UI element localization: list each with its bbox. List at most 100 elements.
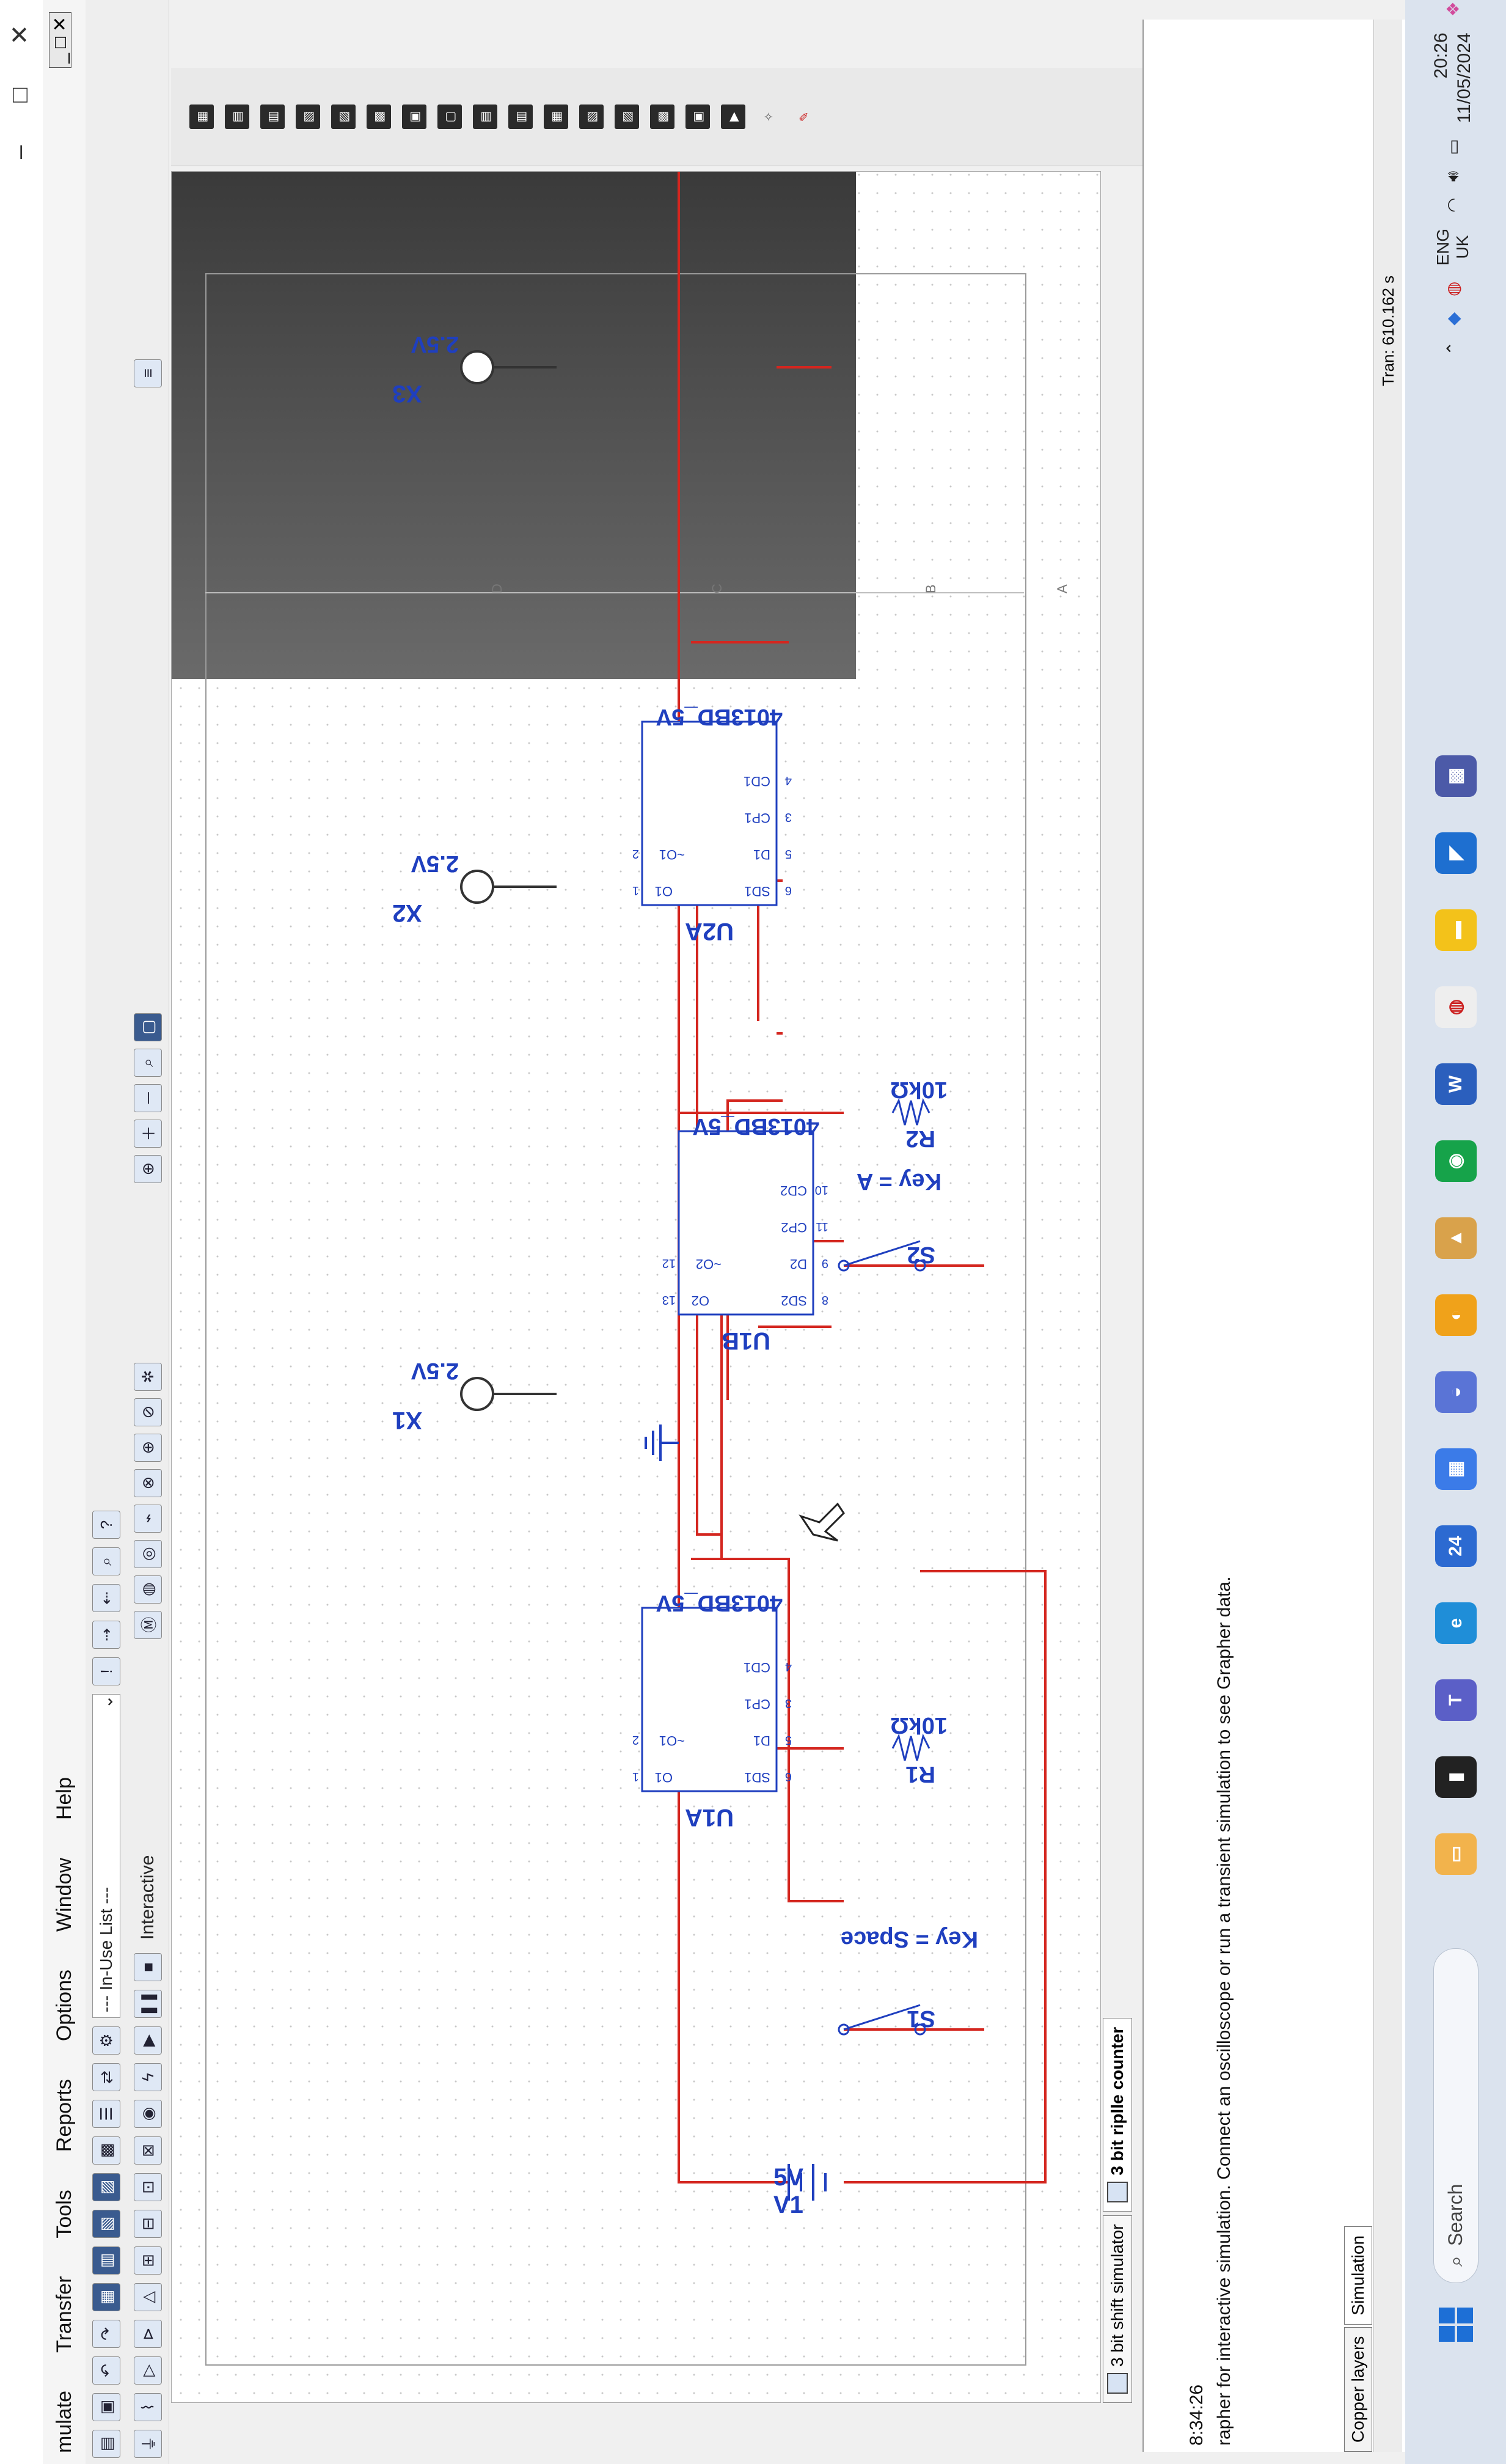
flipflop-u2a[interactable]: SD1 6 D1 5 CP1 3 CD1 4 O1 ~O1 1 2 U2A 4013BD_5V bbox=[632, 704, 792, 945]
edge-icon[interactable]: e bbox=[1435, 1602, 1477, 1644]
labview-icon[interactable]: ▶ bbox=[721, 105, 745, 129]
ttl-icon[interactable]: ⊞ bbox=[134, 2246, 162, 2275]
in-use-list-dropdown[interactable]: --- In-Use List --- ⌄ bbox=[92, 1694, 120, 2018]
help-icon[interactable]: ? bbox=[92, 1511, 120, 1539]
word-icon[interactable]: W bbox=[1435, 1063, 1477, 1105]
iv-analyzer-icon[interactable]: ▥ bbox=[508, 105, 533, 129]
bode-plotter-icon[interactable]: ⊗ bbox=[134, 1469, 162, 1497]
folder-icon[interactable]: ▭ bbox=[1435, 1833, 1477, 1875]
wifi-icon[interactable]: ◠ bbox=[1443, 197, 1463, 212]
photos-icon[interactable]: ◒ bbox=[1435, 1371, 1477, 1413]
indicator-icon[interactable]: ◉ bbox=[134, 2100, 162, 2128]
database-icon[interactable]: ▧ bbox=[92, 2210, 120, 2238]
app-icon[interactable]: ◐ bbox=[1435, 1294, 1477, 1336]
stop-icon[interactable]: ■ bbox=[134, 1953, 162, 1981]
language-indicator[interactable]: ENG UK bbox=[1433, 229, 1472, 266]
transistor-icon[interactable]: ⊳ bbox=[134, 2320, 162, 2348]
menu-transfer[interactable]: Transfer bbox=[50, 2272, 79, 2358]
wattmeter-icon[interactable]: ◎ bbox=[134, 1539, 162, 1568]
spotify-icon[interactable]: ◉ bbox=[1435, 1140, 1477, 1182]
cmos-icon[interactable]: ⊟ bbox=[134, 2210, 162, 2238]
full-screen-icon[interactable]: ▢ bbox=[134, 1013, 162, 1041]
tray-app-icon[interactable]: ◆ bbox=[1443, 312, 1463, 326]
menu-tools[interactable]: Tools bbox=[50, 2185, 79, 2243]
find-icon[interactable]: ⌕ bbox=[92, 1547, 120, 1575]
component-icon[interactable]: ▩ bbox=[92, 2136, 120, 2165]
word-gen-tool-icon[interactable]: ▢ bbox=[437, 105, 462, 129]
settings-icon[interactable]: ✲ bbox=[134, 1362, 162, 1391]
maximize-button[interactable]: □ bbox=[6, 88, 34, 103]
postprocessor-icon[interactable]: ▨ bbox=[92, 2173, 120, 2201]
windows-start-icon[interactable] bbox=[1438, 2308, 1473, 2342]
probe-x2[interactable]: X2 2.5V bbox=[392, 851, 557, 926]
function-generator-icon[interactable]: ◍ bbox=[134, 1575, 162, 1604]
analog-icon[interactable]: △ bbox=[134, 2283, 162, 2311]
oscilloscope-tool-icon[interactable]: ▧ bbox=[296, 105, 320, 129]
copilot-icon[interactable]: ❖ bbox=[1443, 1, 1463, 16]
menu-options[interactable]: Options bbox=[50, 1965, 79, 2046]
multimeter-icon[interactable]: Ⓜ bbox=[134, 1610, 162, 1639]
spectrum-analyzer-icon[interactable]: ▧ bbox=[579, 105, 604, 129]
chevron-up-icon[interactable]: ⌃ bbox=[1443, 342, 1463, 356]
tab-3-bit-shift-simulator[interactable]: 3 bit shift simulator bbox=[1103, 2215, 1132, 2403]
mail-icon[interactable]: 24 bbox=[1435, 1525, 1477, 1567]
mixed-icon[interactable]: ⊠ bbox=[134, 2136, 162, 2165]
grid-toggle-icon[interactable]: ▦ bbox=[92, 2283, 120, 2311]
four-channel-scope-icon[interactable]: ▨ bbox=[331, 105, 356, 129]
visual-studio-icon[interactable]: ◤ bbox=[1435, 832, 1477, 874]
mdi-window-controls[interactable]: _ □ ✕ bbox=[49, 12, 71, 68]
probe-tool-icon[interactable]: ✎ bbox=[792, 105, 816, 129]
power-icon[interactable]: ϟ bbox=[134, 2063, 162, 2091]
multisim-icon[interactable]: ▩ bbox=[1435, 755, 1477, 797]
warning-icon[interactable]: ! bbox=[92, 1657, 120, 1685]
store-icon[interactable]: ▦ bbox=[1435, 1448, 1477, 1490]
minimize-button[interactable]: – bbox=[6, 145, 34, 159]
list-icon[interactable]: ☰ bbox=[92, 2100, 120, 2128]
probe-x1[interactable]: X1 2.5V bbox=[392, 1358, 557, 1434]
wattmeter-tool-icon[interactable]: ▥ bbox=[260, 105, 285, 129]
tab-simulation[interactable]: Simulation bbox=[1344, 2226, 1372, 2325]
menu-simulate[interactable]: mulate bbox=[50, 2386, 79, 2458]
tab-3-bit-riplle-counter[interactable]: 3 bit riplle counter bbox=[1103, 2017, 1132, 2212]
erc-icon[interactable]: ⚙ bbox=[92, 2026, 120, 2055]
battery-icon[interactable]: ▭ bbox=[1443, 139, 1463, 155]
multimeter-tool-icon[interactable]: ▦ bbox=[189, 105, 214, 129]
function-gen-tool-icon[interactable]: ▤ bbox=[225, 105, 249, 129]
interactive-label[interactable]: Interactive bbox=[137, 1855, 158, 1940]
print-icon[interactable]: ▤ bbox=[92, 2430, 120, 2458]
vlc-icon[interactable]: ▲ bbox=[1435, 1217, 1477, 1259]
chrome-tray-icon[interactable]: ◍ bbox=[1443, 282, 1463, 296]
back-annotate-icon[interactable]: ⇠ bbox=[92, 1584, 120, 1612]
tektronix-icon[interactable]: ▣ bbox=[685, 105, 710, 129]
current-probe-icon[interactable]: ✧ bbox=[756, 105, 781, 129]
distortion-analyzer-icon[interactable]: ▦ bbox=[544, 105, 568, 129]
bode-tool-icon[interactable]: ▩ bbox=[367, 105, 391, 129]
network-analyzer-icon[interactable]: ▨ bbox=[615, 105, 639, 129]
word-generator-icon[interactable]: ⊕ bbox=[134, 1433, 162, 1462]
redo-icon[interactable]: ↷ bbox=[92, 2320, 120, 2348]
menu-window[interactable]: Window bbox=[50, 1853, 79, 1937]
run-icon[interactable]: ▶ bbox=[134, 2026, 162, 2055]
pause-icon[interactable]: ❚❚ bbox=[134, 1990, 162, 2018]
forward-annotate-icon[interactable]: ⇢ bbox=[92, 1621, 120, 1649]
misc-digital-icon[interactable]: ⊡ bbox=[134, 2173, 162, 2201]
menu-reports[interactable]: Reports bbox=[50, 2074, 79, 2157]
close-button[interactable]: ✕ bbox=[6, 24, 34, 45]
taskbar-search[interactable]: ⌕ Search bbox=[1433, 1948, 1479, 2283]
chrome-icon[interactable]: ◍ bbox=[1435, 986, 1477, 1028]
logic-converter-icon[interactable]: ▤ bbox=[473, 105, 497, 129]
teams-icon[interactable]: T bbox=[1435, 1679, 1477, 1721]
flipflop-u1b[interactable]: SD2 8 D2 9 CP2 11 CD2 10 O2 ~O2 13 12 U1B 4013BD_5V bbox=[662, 1113, 828, 1354]
zoom-out-icon[interactable]: － bbox=[134, 1084, 162, 1112]
frequency-counter-icon[interactable]: ▣ bbox=[402, 105, 426, 129]
annotate-icon[interactable]: ⇄ bbox=[92, 2063, 120, 2091]
probe-x3[interactable]: X3 2.5V bbox=[392, 331, 557, 407]
layers-icon[interactable]: ≡ bbox=[134, 359, 162, 387]
undo-icon[interactable]: ↶ bbox=[92, 2356, 120, 2385]
zoom-in-icon[interactable]: ＋ bbox=[134, 1119, 162, 1148]
tab-copper-layers[interactable]: Copper layers bbox=[1344, 2326, 1372, 2452]
logic-analyzer-icon[interactable]: ⊘ bbox=[134, 1398, 162, 1426]
save-icon[interactable]: ▣ bbox=[92, 2393, 120, 2421]
zoom-fit-icon[interactable]: ⊕ bbox=[134, 1154, 162, 1183]
basic-icon[interactable]: ⌇ bbox=[134, 2393, 162, 2421]
